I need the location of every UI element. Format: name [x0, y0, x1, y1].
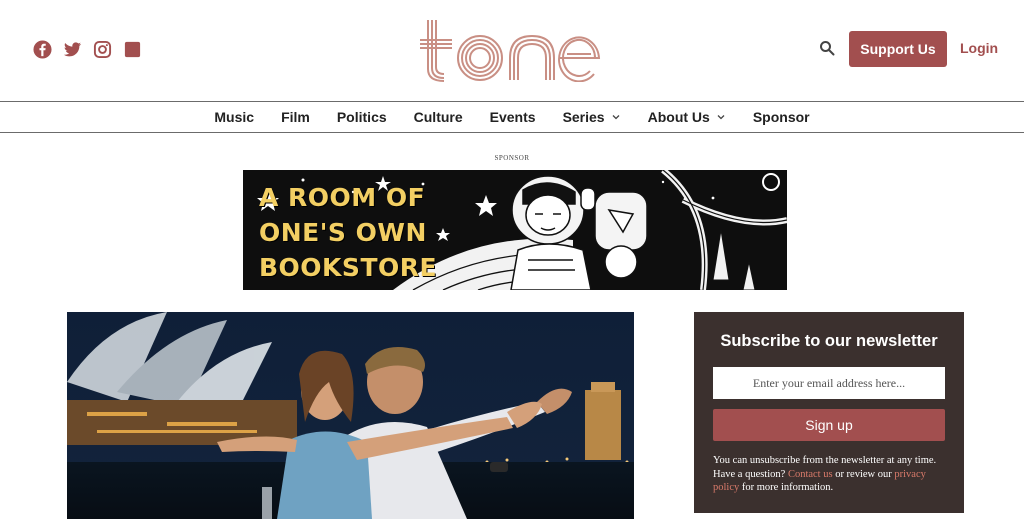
email-field[interactable] [713, 367, 945, 399]
square-icon[interactable] [123, 40, 142, 59]
nav-item-events[interactable]: Events [489, 109, 536, 125]
disclaimer-text: or review our [832, 468, 895, 480]
newsletter-title: Subscribe to our newsletter [720, 332, 938, 350]
disclaimer-text: for more information. [739, 482, 834, 493]
nav-item-about-us[interactable]: About Us [647, 109, 726, 125]
nav-item-film[interactable]: Film [281, 109, 311, 125]
main-nav: Music Film Politics Culture Events Serie… [0, 101, 1024, 133]
support-us-button[interactable]: Support Us [849, 31, 947, 67]
sponsor-label: SPONSOR [494, 154, 530, 162]
banner-line: A ROOM OF [259, 183, 426, 212]
nav-item-music[interactable]: Music [214, 109, 255, 125]
nav-item-label: Politics [336, 109, 387, 125]
nav-item-series[interactable]: Series [562, 109, 621, 125]
social-links [33, 40, 142, 59]
newsletter-widget: Subscribe to our newsletter Sign up You … [694, 312, 964, 513]
nav-item-label: Series [562, 109, 605, 125]
login-link[interactable]: Login [960, 40, 998, 56]
tone-logo[interactable] [418, 18, 602, 82]
search-icon[interactable] [819, 40, 835, 56]
sign-up-button[interactable]: Sign up [713, 409, 945, 441]
banner-line: ONE'S OWN [259, 218, 427, 247]
newsletter-disclaimer: You can unsubscribe from the newsletter … [713, 454, 949, 495]
nav-item-culture[interactable]: Culture [413, 109, 463, 125]
featured-article-image[interactable] [67, 312, 634, 519]
nav-item-label: Film [281, 109, 310, 125]
banner-headline: A ROOM OF ONE'S OWN BOOKSTORE [259, 180, 437, 285]
nav-item-sponsor[interactable]: Sponsor [752, 109, 810, 125]
banner-line: BOOKSTORE [259, 253, 438, 282]
nav-item-label: About Us [647, 109, 710, 125]
nav-item-label: Sponsor [752, 109, 810, 125]
chevron-down-icon [716, 112, 726, 122]
sponsor-banner[interactable]: A ROOM OF ONE'S OWN BOOKSTORE [243, 170, 787, 290]
nav-item-label: Events [489, 109, 536, 125]
site-header: Support Us Login [0, 0, 1024, 101]
nav-item-politics[interactable]: Politics [336, 109, 387, 125]
contact-us-link[interactable]: Contact us [788, 469, 833, 480]
twitter-icon[interactable] [63, 40, 82, 59]
nav-item-label: Music [214, 109, 255, 125]
nav-item-label: Culture [413, 109, 463, 125]
instagram-icon[interactable] [93, 40, 112, 59]
chevron-down-icon [611, 112, 621, 122]
facebook-icon[interactable] [33, 40, 52, 59]
